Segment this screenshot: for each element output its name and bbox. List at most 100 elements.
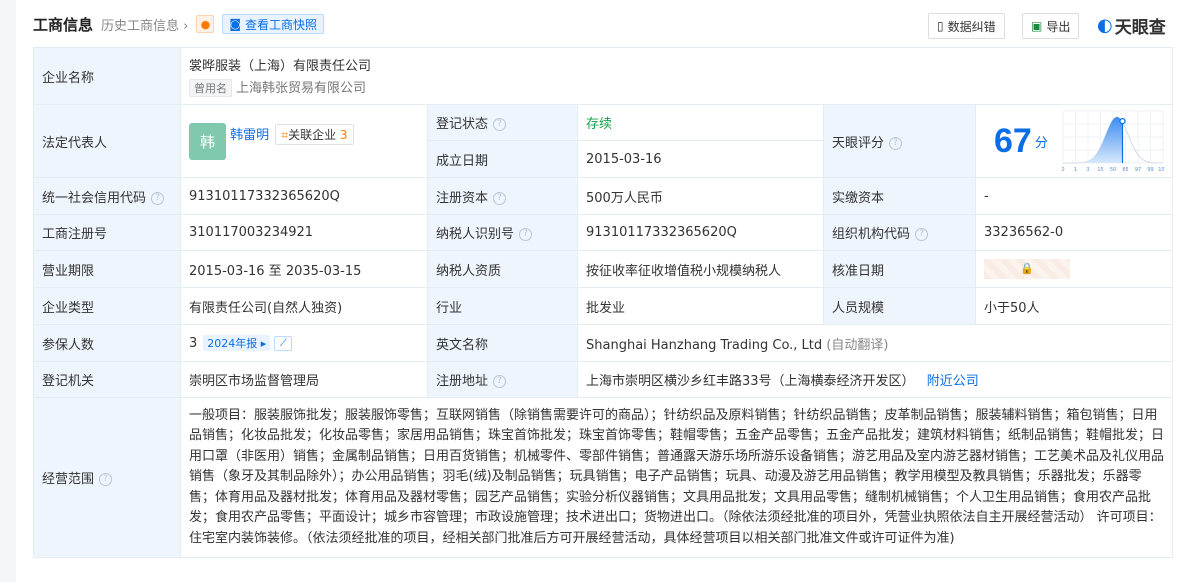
- found-date-label: 成立日期: [427, 140, 578, 178]
- related-label: 关联企业: [288, 127, 337, 142]
- camera-icon: ◙: [229, 17, 242, 31]
- related-count: 3: [339, 127, 348, 142]
- correction-label: 数据纠错: [947, 19, 996, 34]
- taxid-label: 纳税人识别号: [436, 227, 515, 242]
- staff-value: 小于50人: [974, 287, 1174, 325]
- company-name: 裳晔服装（上海）有限责任公司: [189, 59, 372, 74]
- help-icon[interactable]: ?: [151, 191, 165, 205]
- approve-date-label: 核准日期: [823, 250, 976, 288]
- score-marker-dot: [1119, 118, 1126, 125]
- type-label: 企业类型: [33, 287, 181, 325]
- former-name-tag: 曾用名: [189, 79, 232, 97]
- english-name-label: 英文名称: [427, 324, 578, 362]
- tick-label: 100: [1158, 167, 1164, 173]
- export-button[interactable]: ▣ 导出: [1022, 13, 1080, 39]
- annual-report-button[interactable]: 2024年报 ▸: [203, 335, 271, 351]
- help-icon[interactable]: ?: [493, 375, 507, 388]
- capital-label-cell: 注册资本?: [427, 177, 578, 215]
- help-icon[interactable]: ?: [493, 118, 507, 131]
- snapshot-label: 查看工商快照: [245, 17, 318, 32]
- trend-chart-icon[interactable]: ⟋: [274, 336, 293, 351]
- section-header: 工商信息 历史工商信息 › ● ◙ 查看工商快照: [33, 10, 1189, 38]
- org-code-label-cell: 组织机构代码?: [823, 214, 976, 251]
- taxid-label-cell: 纳税人识别号?: [427, 214, 578, 251]
- export-label: 导出: [1046, 19, 1071, 34]
- section-title: 工商信息: [33, 15, 94, 34]
- org-code-value: 33236562-0: [974, 214, 1174, 251]
- insured-label: 参保人数: [33, 324, 181, 362]
- status-label: 登记状态: [436, 117, 489, 132]
- tick-label: 97: [1135, 167, 1141, 173]
- tick-label: 50: [1110, 167, 1116, 173]
- bell-icon[interactable]: ●: [196, 15, 215, 33]
- address-cell: 上海市崇明区横沙乡红丰路33号（上海横泰经济开发区） 附近公司: [576, 361, 1174, 398]
- tax-qualification-label: 纳税人资质: [427, 250, 578, 288]
- credit-code-value: 91310117332365620Q: [180, 177, 428, 215]
- company-name-cell: 裳晔服装（上海）有限责任公司 曾用名 上海韩张贸易有限公司: [179, 47, 1174, 105]
- authority-label: 登记机关: [33, 361, 181, 398]
- score-label: 天眼评分: [832, 135, 885, 151]
- scope-label: 经营范围: [42, 472, 95, 487]
- help-icon[interactable]: ?: [889, 136, 903, 150]
- help-icon[interactable]: ?: [493, 191, 507, 205]
- industry-label: 行业: [427, 287, 578, 325]
- address-label-cell: 注册地址?: [427, 361, 578, 398]
- scope-label-cell: 经营范围?: [33, 397, 181, 558]
- help-icon[interactable]: ?: [915, 228, 929, 241]
- score-label-cell: 天眼评分?: [823, 104, 976, 178]
- address-label: 注册地址: [436, 374, 489, 389]
- authority-value: 崇明区市场监督管理局: [180, 361, 428, 398]
- business-info-panel: 工商信息 历史工商信息 › ● ◙ 查看工商快照 ▯ 数据纠错 ▣ 导出 ◐ 天眼查 企…: [16, 0, 1189, 582]
- insured-cell: 3 2024年报 ▸ ⟋: [180, 324, 428, 362]
- tianyancha-logo: ◐ 天眼查: [1097, 13, 1166, 38]
- capital-label: 注册资本: [436, 190, 489, 206]
- credit-code-label-cell: 统一社会信用代码?: [33, 177, 181, 215]
- tick-label: 85: [1122, 167, 1128, 173]
- info-table: 企业名称 裳晔服装（上海）有限责任公司 曾用名 上海韩张贸易有限公司 法定代表人 …: [33, 47, 1174, 558]
- legal-rep-name[interactable]: 韩雷明: [230, 128, 269, 143]
- nearby-companies-link[interactable]: 附近公司: [927, 374, 979, 389]
- former-name: 上海韩张贸易有限公司: [236, 81, 367, 96]
- data-correction-button[interactable]: ▯ 数据纠错: [928, 13, 1005, 39]
- help-icon[interactable]: ?: [99, 473, 113, 486]
- legal-rep-cell: 韩 韩雷明 ⌗关联企业 3: [180, 104, 428, 178]
- excel-icon: ▣: [1031, 19, 1043, 33]
- business-scope: 一般项目：服装服饰批发；服装服饰零售；互联网销售（除销售需要许可的商品）；针纺织…: [179, 397, 1174, 558]
- help-icon[interactable]: ?: [519, 228, 533, 241]
- history-label: 历史工商信息: [101, 18, 180, 34]
- score-distribution-chart: 0 1 3 15 50 85 97 99 100: [1062, 110, 1164, 173]
- lock-icon[interactable]: 🔒: [984, 259, 1070, 279]
- logo-icon: ◐: [1097, 15, 1113, 36]
- credit-code-label: 统一社会信用代码: [42, 190, 147, 206]
- related-companies-button[interactable]: ⌗关联企业 3: [275, 123, 354, 145]
- reg-no-label: 工商注册号: [33, 214, 181, 251]
- legal-rep-label: 法定代表人: [33, 104, 181, 178]
- tick-label: 3: [1086, 167, 1089, 173]
- status-value: 存续: [577, 104, 824, 141]
- type-value: 有限责任公司(自然人独资): [180, 287, 428, 325]
- org-code-label: 组织机构代码: [832, 227, 911, 242]
- tick-label: 0: [1062, 167, 1065, 173]
- english-name: Shanghai Hanzhang Trading Co., Ltd: [586, 337, 823, 353]
- capital-value: 500万人民币: [577, 177, 824, 215]
- score-unit: 分: [1034, 135, 1048, 151]
- tick-label: 99: [1147, 167, 1153, 173]
- avatar[interactable]: 韩: [189, 122, 226, 160]
- reg-no-value: 310117003234921: [180, 214, 428, 251]
- snapshot-button[interactable]: ◙ 查看工商快照: [222, 14, 325, 34]
- staff-label: 人员规模: [823, 287, 976, 325]
- tax-qualification-value: 按征收率征收增值税小规模纳税人: [577, 250, 824, 288]
- company-name-label: 企业名称: [33, 47, 181, 105]
- taxid-value: 91310117332365620Q: [577, 214, 824, 251]
- auto-translate-note: (自动翻译): [826, 337, 889, 353]
- english-name-cell: Shanghai Hanzhang Trading Co., Ltd (自动翻译…: [576, 324, 1174, 362]
- score-cell[interactable]: 67分 0 1 3 15 50 85 97 99 100: [974, 104, 1174, 178]
- status-label-cell: 登记状态?: [427, 104, 578, 141]
- found-date-value: 2015-03-16: [577, 140, 824, 178]
- paid-capital-label: 实缴资本: [823, 177, 976, 215]
- tick-label: 15: [1097, 167, 1103, 173]
- score-value: 67: [994, 121, 1032, 160]
- history-link[interactable]: 历史工商信息 ›: [101, 15, 188, 34]
- term-label: 营业期限: [33, 250, 181, 288]
- annual-report-label: 2024年报: [207, 337, 258, 350]
